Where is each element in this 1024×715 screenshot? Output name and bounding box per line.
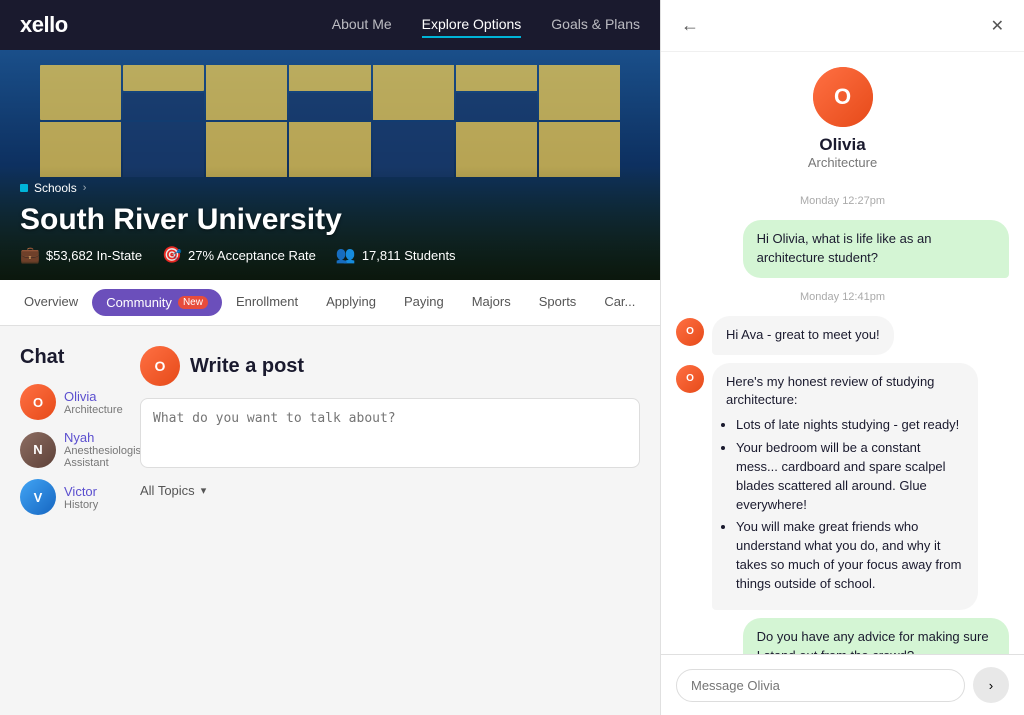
timestamp-2: Monday 12:41pm bbox=[676, 291, 1009, 303]
nav-about-me[interactable]: About Me bbox=[332, 12, 392, 38]
close-button[interactable]: ✕ bbox=[991, 16, 1004, 36]
bullet-3: You will make great friends who understa… bbox=[736, 518, 964, 593]
avatar-victor: V bbox=[20, 479, 56, 515]
nav-links: About Me Explore Options Goals & Plans bbox=[332, 12, 640, 38]
app-logo: xello bbox=[20, 12, 68, 38]
avatar-olivia: O bbox=[20, 384, 56, 420]
top-nav: xello About Me Explore Options Goals & P… bbox=[0, 0, 660, 50]
tab-overview[interactable]: Overview bbox=[10, 282, 92, 323]
post-input[interactable] bbox=[140, 398, 640, 468]
avatar-nyah: N bbox=[20, 432, 56, 468]
bullet-list: Lots of late nights studying - get ready… bbox=[736, 416, 964, 594]
bullet-2: Your bedroom will be a constant mess... … bbox=[736, 439, 964, 514]
hero-section: Schools › South River University 💼 $53,6… bbox=[0, 50, 660, 280]
message-received-1: O Hi Ava - great to meet you! bbox=[676, 316, 1009, 355]
tab-paying[interactable]: Paying bbox=[390, 282, 458, 323]
user-info-victor: Victor History bbox=[64, 484, 98, 511]
topics-label: All Topics bbox=[140, 483, 195, 498]
chat-header: ← ✕ bbox=[661, 0, 1024, 52]
left-panel: xello About Me Explore Options Goals & P… bbox=[0, 0, 660, 715]
post-title: Write a post bbox=[190, 355, 304, 378]
message-sent-1: Hi Olivia, what is life like as an archi… bbox=[676, 220, 1009, 278]
school-name: South River University bbox=[20, 203, 640, 237]
message-input[interactable] bbox=[676, 669, 965, 702]
received-bubble-1: Hi Ava - great to meet you! bbox=[712, 316, 894, 355]
nav-explore-options[interactable]: Explore Options bbox=[422, 12, 522, 38]
breadcrumb-dot bbox=[20, 184, 28, 192]
tab-majors[interactable]: Majors bbox=[458, 282, 525, 323]
messages-area: Monday 12:27pm Hi Olivia, what is life l… bbox=[661, 180, 1024, 654]
people-icon: 👥 bbox=[336, 245, 356, 265]
sent-bubble-1: Hi Olivia, what is life like as an archi… bbox=[743, 220, 1009, 278]
main-content: Chat O Olivia Architecture N Nyah Anest bbox=[0, 326, 660, 715]
stat-tuition: 💼 $53,682 In-State bbox=[20, 245, 142, 265]
chat-user-olivia[interactable]: O Olivia Architecture bbox=[20, 384, 120, 420]
breadcrumb-arrow: › bbox=[83, 182, 87, 194]
content-grid: Chat O Olivia Architecture N Nyah Anest bbox=[20, 346, 640, 515]
user-info-olivia: Olivia Architecture bbox=[64, 389, 123, 416]
complex-intro: Here's my honest review of studying arch… bbox=[726, 373, 964, 411]
bullet-1: Lots of late nights studying - get ready… bbox=[736, 416, 964, 435]
profile-name: Olivia bbox=[681, 135, 1004, 155]
tab-enrollment[interactable]: Enrollment bbox=[222, 282, 312, 323]
message-sent-2: Do you have any advice for making sure I… bbox=[676, 618, 1009, 654]
hero-overlay: Schools › South River University 💼 $53,6… bbox=[0, 166, 660, 280]
timestamp-1: Monday 12:27pm bbox=[676, 195, 1009, 207]
received-bubble-2: Here's my honest review of studying arch… bbox=[712, 363, 978, 610]
chat-profile: O Olivia Architecture bbox=[661, 52, 1024, 180]
school-stats: 💼 $53,682 In-State 🎯 27% Acceptance Rate… bbox=[20, 245, 640, 265]
tab-community[interactable]: Community New bbox=[92, 289, 222, 316]
tab-sports[interactable]: Sports bbox=[525, 282, 591, 323]
tab-applying[interactable]: Applying bbox=[312, 282, 390, 323]
tabs-bar: Overview Community New Enrollment Applyi… bbox=[0, 280, 660, 326]
received-avatar-2: O bbox=[676, 365, 704, 393]
target-icon: 🎯 bbox=[162, 245, 182, 265]
stat-acceptance: 🎯 27% Acceptance Rate bbox=[162, 245, 316, 265]
post-avatar: O bbox=[140, 346, 180, 386]
send-button[interactable]: › bbox=[973, 667, 1009, 703]
chat-panel: ← ✕ O Olivia Architecture Monday 12:27pm… bbox=[660, 0, 1024, 715]
chat-user-nyah[interactable]: N Nyah Anesthesiologist Assistant bbox=[20, 430, 120, 469]
topics-dropdown[interactable]: All Topics ▾ bbox=[140, 483, 640, 498]
message-input-row: › bbox=[661, 654, 1024, 715]
wallet-icon: 💼 bbox=[20, 245, 40, 265]
chat-users-list: O Olivia Architecture N Nyah Anesthesiol… bbox=[20, 384, 120, 515]
community-badge: New bbox=[178, 296, 208, 309]
profile-role: Architecture bbox=[681, 155, 1004, 170]
chat-section-title: Chat bbox=[20, 346, 120, 369]
nav-goals-plans[interactable]: Goals & Plans bbox=[551, 12, 640, 38]
user-info-nyah: Nyah Anesthesiologist Assistant bbox=[64, 430, 144, 469]
post-section: O Write a post All Topics ▾ bbox=[140, 346, 640, 515]
breadcrumb-label: Schools bbox=[34, 181, 77, 195]
back-button[interactable]: ← bbox=[681, 15, 699, 36]
stat-students: 👥 17,811 Students bbox=[336, 245, 456, 265]
chevron-down-icon: ▾ bbox=[201, 484, 207, 497]
received-avatar-1: O bbox=[676, 318, 704, 346]
chat-user-victor[interactable]: V Victor History bbox=[20, 479, 120, 515]
profile-avatar: O bbox=[813, 67, 873, 127]
sent-bubble-2: Do you have any advice for making sure I… bbox=[743, 618, 1009, 654]
chat-section: Chat O Olivia Architecture N Nyah Anest bbox=[20, 346, 120, 515]
message-received-2: O Here's my honest review of studying ar… bbox=[676, 363, 1009, 610]
breadcrumb: Schools › bbox=[20, 181, 640, 195]
post-header: O Write a post bbox=[140, 346, 640, 386]
tab-more[interactable]: Car... bbox=[590, 282, 649, 323]
